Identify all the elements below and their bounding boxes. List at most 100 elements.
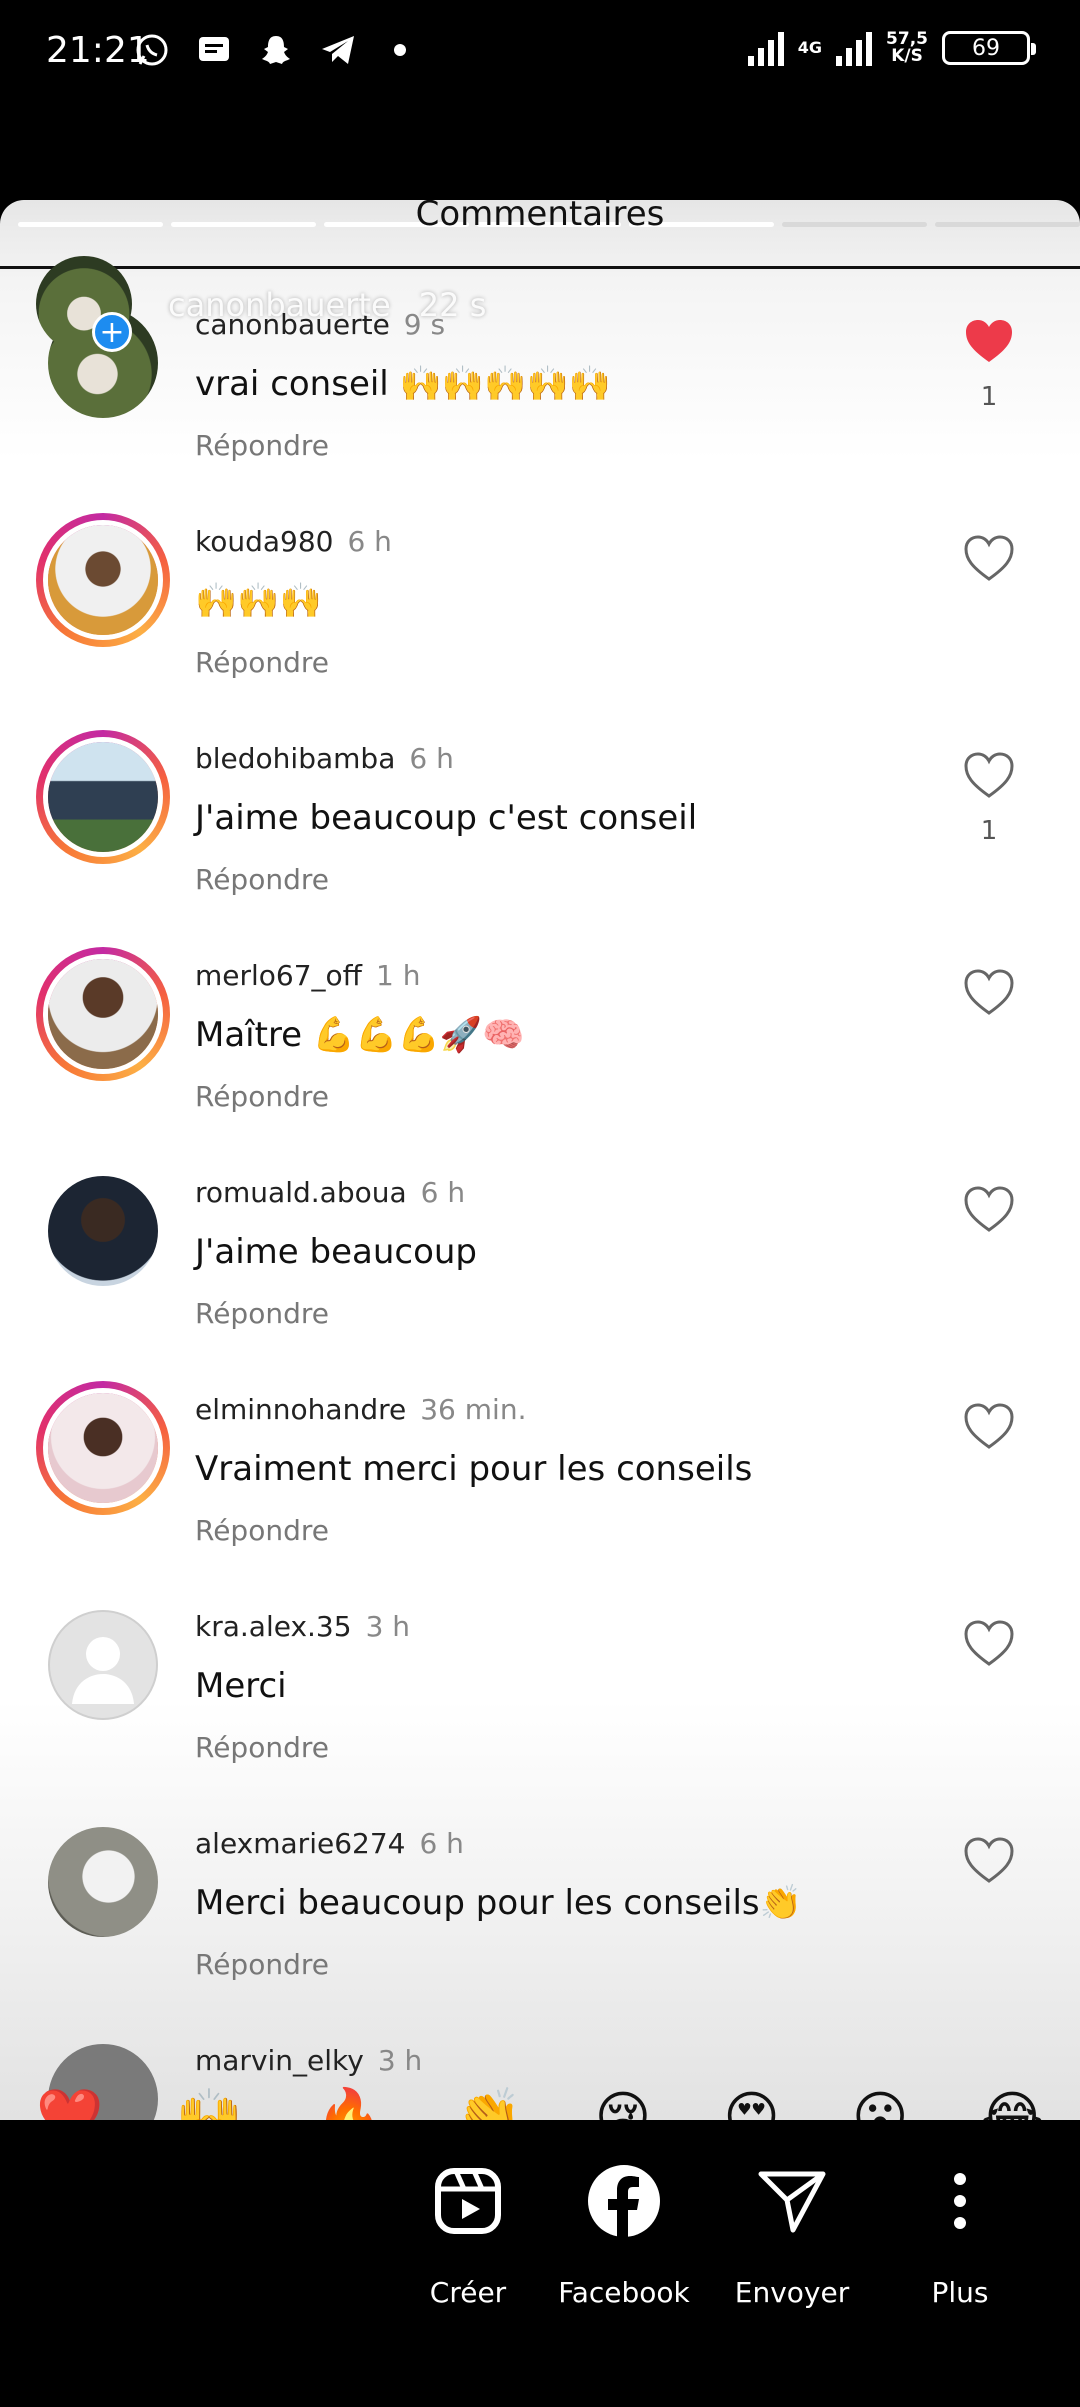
- message-icon: [194, 30, 234, 70]
- sheet-title: Commentaires: [415, 200, 665, 234]
- comment-time: 36 min.: [420, 1393, 527, 1426]
- comment-text: Merci: [195, 1666, 287, 1706]
- reply-button[interactable]: Répondre: [195, 429, 329, 462]
- comment-username[interactable]: romuald.aboua: [195, 1176, 407, 1209]
- comment-text: J'aime beaucoup c'est conseil: [195, 798, 698, 838]
- comment-meta: bledohibamba 6 h: [195, 742, 454, 775]
- comment-time: 3 h: [365, 1610, 411, 1643]
- whatsapp-icon: [132, 30, 172, 70]
- heart-icon[interactable]: [964, 1620, 1014, 1668]
- more-label: Plus: [931, 2276, 989, 2309]
- comment-username[interactable]: alexmarie6274: [195, 1827, 405, 1860]
- comment-row: canonbauerte 9 s vrai conseil 🙌🙌🙌🙌🙌 Répon…: [0, 264, 1080, 481]
- default-avatar[interactable]: [48, 1610, 158, 1720]
- comment-row: alexmarie6274 6 h Merci beaucoup pour les…: [0, 1783, 1080, 2000]
- dot-indicator-icon: [380, 30, 420, 70]
- comment-meta: kouda980 6 h: [195, 525, 392, 558]
- comment-username[interactable]: bledohibamba: [195, 742, 395, 775]
- reply-button[interactable]: Répondre: [195, 1731, 329, 1764]
- telegram-icon: [318, 30, 358, 70]
- comment-row: romuald.aboua 6 h J'aime beaucoup Répondr…: [0, 1132, 1080, 1349]
- emoji-surprised[interactable]: 😮: [852, 2090, 908, 2121]
- comment-row: kra.alex.35 3 h Merci Répondre: [0, 1566, 1080, 1783]
- comment-username[interactable]: kouda980: [195, 525, 333, 558]
- notification-icons: [132, 30, 420, 70]
- emoji-fire[interactable]: 🔥: [315, 2090, 382, 2121]
- comment-time: 6 h: [409, 742, 454, 775]
- reply-button[interactable]: Répondre: [195, 1080, 329, 1113]
- comment-row: bledohibamba 6 h J'aime beaucoup c'est co…: [0, 698, 1080, 915]
- liked-heart-icon[interactable]: [964, 318, 1014, 366]
- comment-text: Merci beaucoup pour les conseils👏: [195, 1883, 802, 1923]
- comment-text: vrai conseil 🙌🙌🙌🙌🙌: [195, 364, 612, 404]
- heart-icon[interactable]: [964, 752, 1014, 800]
- comment-text: 🙌🙌🙌: [195, 581, 323, 621]
- heart-icon[interactable]: [964, 969, 1014, 1017]
- reply-button[interactable]: Répondre: [195, 1514, 329, 1547]
- comment-row: merlo67_off 1 h Maître 💪💪💪🚀🧠 Répondre: [0, 915, 1080, 1132]
- reels-icon: [423, 2156, 513, 2246]
- comment-time: 6 h: [347, 525, 392, 558]
- battery-icon: 69: [942, 31, 1036, 65]
- send-label: Envoyer: [734, 2276, 850, 2309]
- facebook-icon: [579, 2156, 669, 2246]
- comment-meta: elminnohandre 36 min.: [195, 1393, 526, 1426]
- comment-text: Vraiment merci pour les conseils: [195, 1449, 753, 1489]
- comment-meta: romuald.aboua 6 h: [195, 1176, 465, 1209]
- heart-icon[interactable]: [964, 1186, 1014, 1234]
- comment-text: Maître 💪💪💪🚀🧠: [195, 1015, 525, 1055]
- share-bar: Créer Facebook Envoyer Plus: [0, 2120, 1080, 2407]
- comments-sheet[interactable]: Commentaires canonbauerte 9 s vrai consei…: [0, 200, 1080, 2120]
- more-button[interactable]: Plus: [890, 2156, 1030, 2309]
- avatar[interactable]: [48, 1393, 158, 1503]
- avatar[interactable]: [48, 959, 158, 1069]
- comment-meta: kra.alex.35 3 h: [195, 1610, 410, 1643]
- comment-username[interactable]: merlo67_off: [195, 959, 362, 992]
- reply-button[interactable]: Répondre: [195, 646, 329, 679]
- create-label: Créer: [429, 2276, 507, 2309]
- emoji-raised-hands[interactable]: 🙌: [176, 2090, 243, 2121]
- comment-time: 6 h: [420, 1176, 466, 1209]
- avatar[interactable]: [48, 742, 158, 852]
- emoji-reaction-bar: ❤️ 🙌 🔥 👏 😢 😍 😮 😂: [0, 2060, 1080, 2121]
- heart-icon[interactable]: [964, 535, 1014, 583]
- snapchat-icon: [256, 30, 296, 70]
- comment-username[interactable]: elminnohandre: [195, 1393, 406, 1426]
- status-bar: 21:21 4G 57,5 K/S 69: [0, 0, 1080, 110]
- story-overlay-user: canonbauerte 22 s: [168, 286, 486, 324]
- overlay-username[interactable]: canonbauerte: [168, 286, 391, 324]
- system-indicators: 4G 57,5 K/S 69: [747, 30, 1036, 66]
- avatar[interactable]: [48, 525, 158, 635]
- comment-username[interactable]: kra.alex.35: [195, 1610, 352, 1643]
- more-vertical-icon: [915, 2156, 1005, 2246]
- facebook-button[interactable]: Facebook: [554, 2156, 694, 2309]
- network-type: 4G: [797, 38, 823, 57]
- send-icon: [747, 2156, 837, 2246]
- speed-unit: K/S: [891, 46, 923, 66]
- heart-icon[interactable]: [964, 1403, 1014, 1451]
- avatar[interactable]: [48, 1827, 158, 1937]
- create-button[interactable]: Créer: [398, 2156, 538, 2309]
- facebook-label: Facebook: [558, 2276, 690, 2309]
- like-count: 1: [980, 382, 998, 412]
- emoji-heart-eyes[interactable]: 😍: [723, 2090, 779, 2121]
- signal-2-icon: [836, 30, 873, 66]
- reply-button[interactable]: Répondre: [195, 1948, 329, 1981]
- heart-icon[interactable]: [964, 1837, 1014, 1885]
- reply-button[interactable]: Répondre: [195, 863, 329, 896]
- follow-plus-icon[interactable]: +: [92, 312, 132, 352]
- emoji-clap[interactable]: 👏: [455, 2090, 522, 2121]
- comment-row: elminnohandre 36 min. Vraiment merci pour…: [0, 1349, 1080, 1566]
- emoji-heart[interactable]: ❤️: [36, 2090, 103, 2121]
- emoji-cry[interactable]: 😢: [595, 2090, 651, 2121]
- signal-icon: [747, 30, 784, 66]
- emoji-laugh[interactable]: 😂: [981, 2090, 1044, 2121]
- comment-meta: alexmarie6274 6 h: [195, 1827, 464, 1860]
- comment-text: J'aime beaucoup: [195, 1232, 478, 1272]
- send-button[interactable]: Envoyer: [722, 2156, 862, 2309]
- reply-button[interactable]: Répondre: [195, 1297, 329, 1330]
- comment-time: 1 h: [375, 959, 421, 992]
- comment-row: kouda980 6 h 🙌🙌🙌 Répondre: [0, 481, 1080, 698]
- comment-meta: merlo67_off 1 h: [195, 959, 420, 992]
- avatar[interactable]: [48, 1176, 158, 1286]
